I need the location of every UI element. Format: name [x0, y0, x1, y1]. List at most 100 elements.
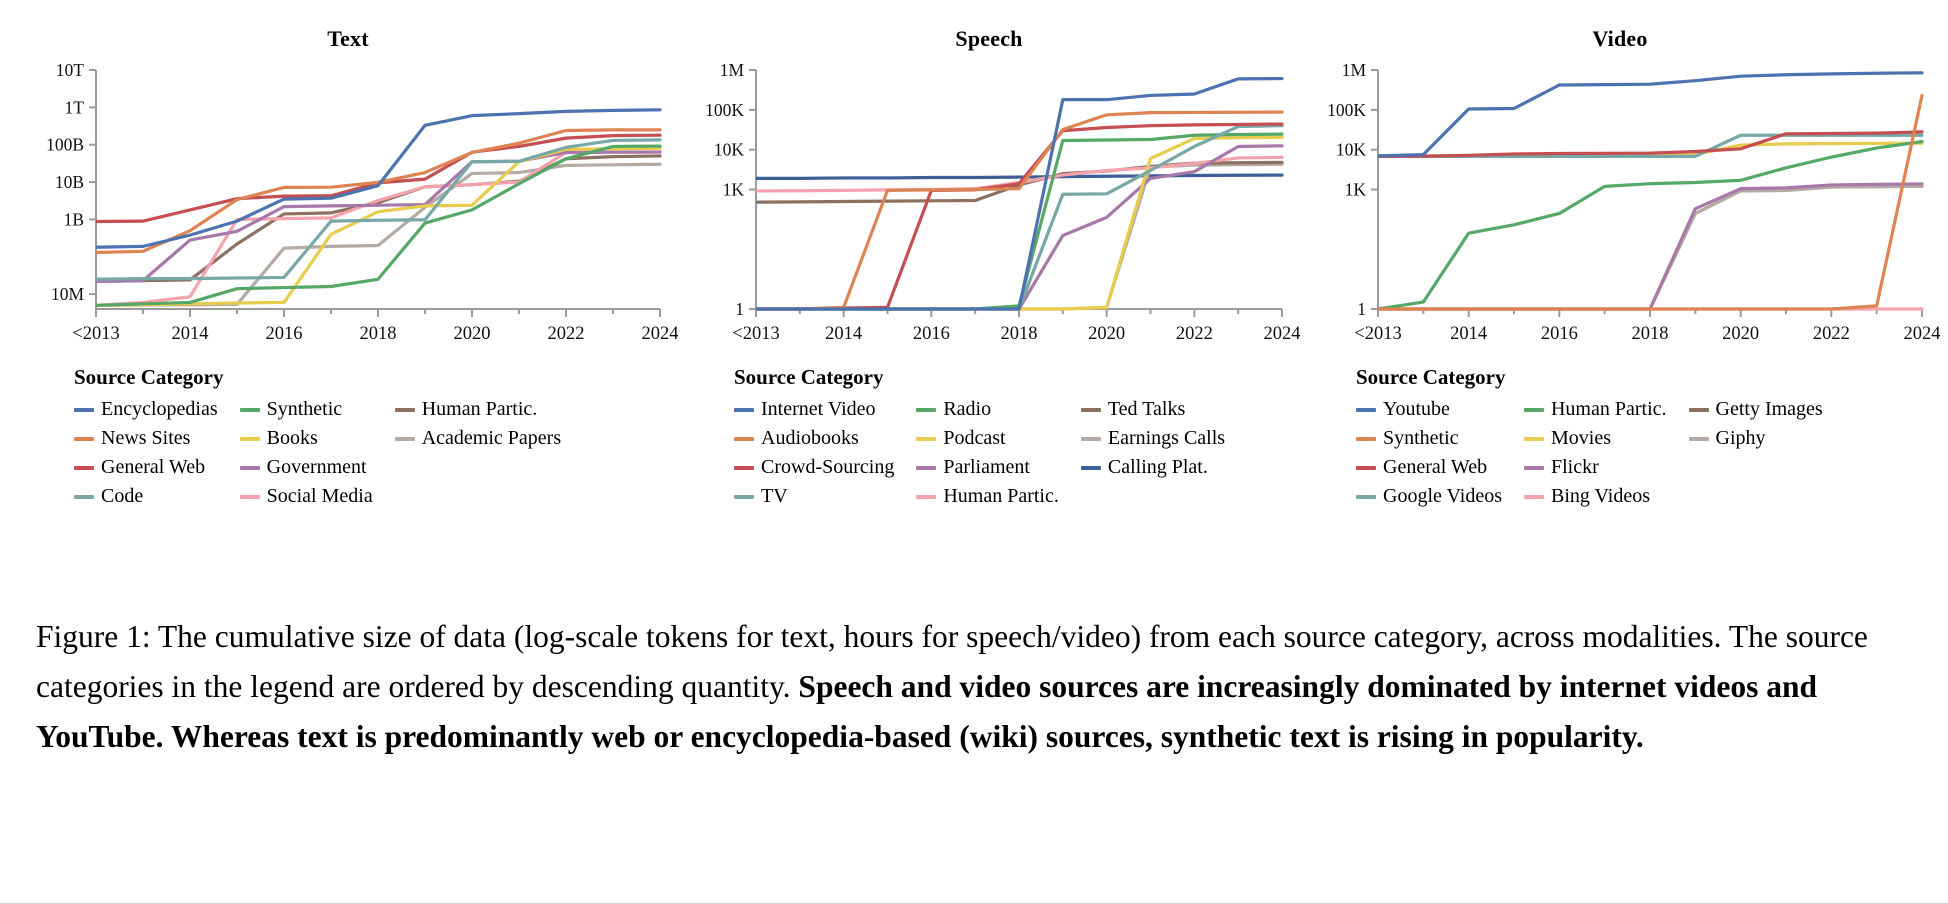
y-tick-label: 100K [1327, 100, 1366, 120]
x-tick-label: 2024 [642, 324, 679, 344]
charts-row: Text 10T 1T 100B 10B 1B 10M <2013 2014 2016 2018 2… [0, 0, 1948, 602]
legend-item-empty [1081, 483, 1225, 510]
series-line [96, 138, 662, 281]
legend-item[interactable]: Government [239, 454, 373, 481]
legend-item[interactable]: Giphy [1688, 425, 1823, 452]
chart-svg-speech: 1M 100K 10K 1K 1 <2013 2014 2016 2018 2020 2022 202… [705, 60, 1301, 344]
legend-item[interactable]: Academic Papers [394, 425, 561, 452]
legend-line-swatch-icon [74, 407, 94, 412]
legend-item[interactable]: General Web [74, 454, 218, 481]
legend-item[interactable]: Human Partic. [1523, 396, 1667, 423]
series-line [756, 173, 1284, 181]
legend-item[interactable]: Crowd-Sourcing [734, 454, 894, 481]
legend-item[interactable]: Podcast [916, 425, 1059, 452]
series-line [96, 150, 662, 283]
legend-item-label: Google Videos [1383, 485, 1502, 507]
legend-item[interactable]: Human Partic. [394, 396, 561, 423]
legend-line-swatch-icon [239, 436, 260, 441]
legend-item[interactable]: TV [734, 483, 894, 510]
legend-item[interactable]: Parliament [916, 454, 1059, 481]
legend-item-label: News Sites [101, 427, 191, 449]
series-line [756, 132, 1284, 311]
legend-item[interactable]: Calling Plat. [1080, 454, 1225, 481]
series-line [1378, 139, 1924, 311]
legend-item-label: Code [101, 485, 144, 507]
legend-grid-speech: Internet Video Radio Ted Talks Audiobooks Po… [734, 396, 1300, 510]
legend-line-swatch-icon [74, 465, 94, 470]
legend-video: Source Category Youtube Human Partic. Gett… [1300, 365, 1940, 510]
legend-line-swatch-icon [1356, 436, 1376, 441]
chart-panel-video: Video 1M 100K 10K 1K 1 <2013 2014 2016 2018 2020 2… [1300, 26, 1940, 510]
y-tick-label: 100B [46, 135, 84, 155]
legend-line-swatch-icon [734, 436, 754, 441]
legend-item[interactable]: Code [74, 483, 218, 510]
legend-item-label: Parliament [943, 456, 1030, 478]
legend-item[interactable]: General Web [1356, 454, 1502, 481]
x-tick-label: 2022 [1813, 324, 1850, 344]
legend-item[interactable]: Internet Video [734, 396, 894, 423]
legend-item[interactable]: Audiobooks [734, 425, 894, 452]
legend-item[interactable]: Youtube [1356, 396, 1502, 423]
legend-item[interactable]: Bing Videos [1523, 483, 1667, 510]
legend-line-swatch-icon [74, 436, 94, 441]
legend-title-text: Source Category [74, 365, 224, 389]
legend-item[interactable]: Human Partic. [916, 483, 1059, 510]
legend-item[interactable]: Movies [1523, 425, 1667, 452]
series-line [756, 122, 1284, 311]
y-tick-label: 10M [51, 284, 85, 304]
legend-item-label: General Web [101, 456, 206, 478]
series-line [96, 150, 662, 307]
x-tick-label: 2024 [1264, 324, 1301, 344]
legend-line-swatch-icon [239, 465, 260, 470]
legend-item-label: Internet Video [761, 398, 876, 420]
legend-item[interactable]: Google Videos [1356, 483, 1502, 510]
legend-item[interactable]: Ted Talks [1080, 396, 1225, 423]
legend-line-swatch-icon [239, 494, 260, 499]
legend-item[interactable]: Radio [916, 396, 1059, 423]
legend-item-label: Human Partic. [1550, 398, 1667, 420]
legend-item[interactable]: Earnings Calls [1080, 425, 1225, 452]
legend-item[interactable]: Encyclopedias [74, 396, 218, 423]
y-tick-label: 100K [705, 100, 744, 120]
legend-line-swatch-icon [1356, 494, 1376, 499]
legend-item-label: Movies [1550, 427, 1611, 449]
chart-svg-text: 10T 1T 100B 10B 1B 10M <2013 2014 2016 2018 2020 20… [46, 60, 679, 344]
legend-line-swatch-icon [1523, 465, 1544, 470]
legend-item[interactable]: Synthetic [239, 396, 373, 423]
legend-line-swatch-icon [734, 494, 754, 499]
y-tick-label: 1 [735, 299, 744, 319]
legend-item-label: Audiobooks [761, 427, 859, 449]
legend-item[interactable]: Social Media [239, 483, 373, 510]
legend-title-video: Source Category [1356, 365, 1506, 389]
legend-item-label: General Web [1383, 456, 1488, 478]
x-tick-label: 2022 [1176, 324, 1213, 344]
y-tick-label: 1B [64, 209, 84, 229]
series-line [1378, 93, 1924, 311]
chart-title-speech: Speech [955, 26, 1023, 51]
legend-grid-video: Youtube Human Partic. Getty Images Syntheti… [1356, 396, 1940, 510]
y-tick-label: 1M [720, 60, 745, 80]
y-tick-label: 10B [55, 172, 84, 192]
x-tick-label: 2016 [913, 324, 950, 344]
y-tick-label: 1K [1345, 180, 1367, 200]
legend-item[interactable]: Synthetic [1356, 425, 1502, 452]
legend-item-label: Government [266, 456, 367, 478]
legend-item[interactable]: Getty Images [1688, 396, 1823, 423]
legend-item-label: Social Media [266, 485, 373, 507]
y-tick-label: 10K [714, 140, 745, 160]
legend-line-swatch-icon [916, 436, 937, 441]
legend-item[interactable]: Flickr [1523, 454, 1667, 481]
legend-item[interactable]: Books [239, 425, 373, 452]
y-tick-label: 10K [1336, 140, 1367, 160]
y-tick-label: 1M [1342, 60, 1367, 80]
legend-line-swatch-icon [1356, 407, 1376, 412]
legend-item-label: Encyclopedias [101, 398, 218, 420]
series-line [756, 124, 1284, 311]
legend-line-swatch-icon [1523, 494, 1544, 499]
legend-line-swatch-icon [916, 465, 937, 470]
legend-item[interactable]: News Sites [74, 425, 218, 452]
legend-line-swatch-icon [1523, 436, 1544, 441]
legend-item-label: Synthetic [1383, 427, 1459, 449]
x-tick-label: 2022 [548, 324, 585, 344]
legend-speech: Source Category Internet Video Radio Ted T… [678, 365, 1300, 510]
